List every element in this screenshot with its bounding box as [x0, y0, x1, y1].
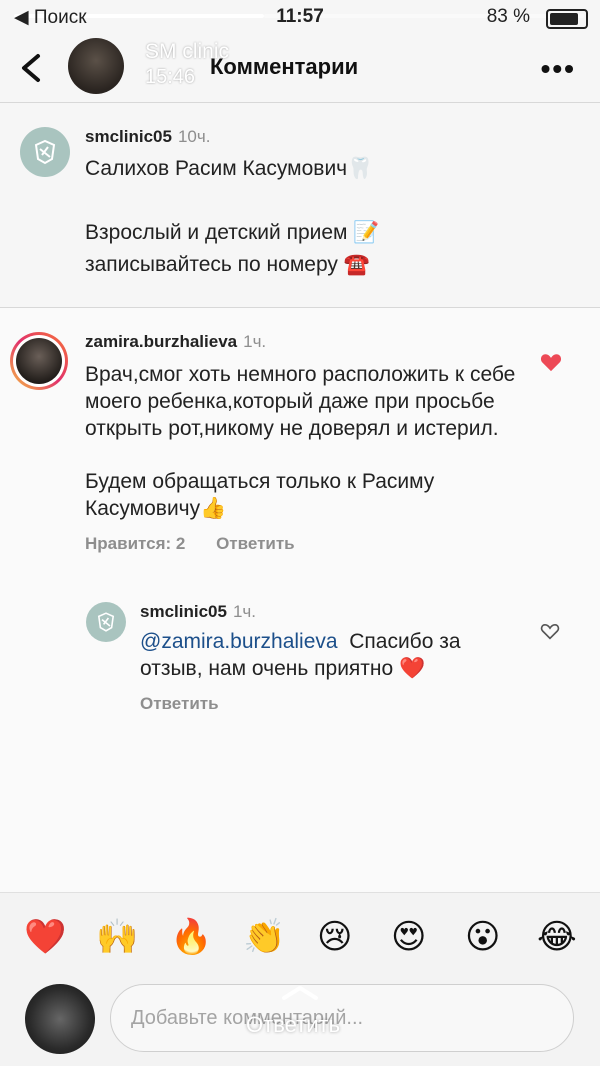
chevron-up-icon[interactable] [280, 982, 320, 1002]
username[interactable]: smclinic05 [140, 602, 227, 621]
battery-percent: 83 % [486, 6, 530, 27]
caption-meta: smclinic05 10ч. [85, 127, 210, 147]
reply-button[interactable]: Ответить [140, 694, 219, 714]
caption-line: Салихов Расим Касумович🦷 [85, 157, 374, 180]
comment-actions: Нравится: 2 Ответить [85, 534, 321, 554]
comment-text: Врач,смог хоть немного расположить к себ… [85, 363, 516, 440]
emoji-quick-bar: ❤️ 🙌 🔥 👏 😢 😍 😮 😂 [0, 892, 600, 981]
comment-input-bar: Добавьте комментарий... Ответить [0, 980, 600, 1066]
reply-button[interactable]: Ответить [216, 534, 295, 553]
likes-count[interactable]: Нравится: 2 [85, 534, 185, 553]
comments-list: zamira.burzhalieva 1ч. Врач,смог хоть нем… [0, 308, 600, 892]
username[interactable]: smclinic05 [85, 127, 172, 146]
heart-filled-icon[interactable] [540, 352, 562, 372]
battery-icon [546, 9, 588, 29]
time-ago: 10ч. [177, 127, 211, 146]
clinic-logo-icon [97, 612, 115, 632]
more-options-icon[interactable]: ••• [541, 55, 576, 83]
clinic-logo-icon [34, 139, 56, 165]
reply-meta: smclinic05 1ч. [140, 602, 256, 622]
mention-link[interactable]: @zamira.burzhalieva [140, 630, 338, 653]
swipe-reply-label[interactable]: Ответить [246, 1012, 340, 1038]
status-bar: ◀ Поиск 11:57 83 % [0, 0, 600, 34]
avatar [25, 984, 95, 1054]
reply-text: @zamira.burzhalieva Спасибо за отзыв, на… [140, 628, 520, 682]
emoji-heart[interactable]: ❤️ [24, 919, 66, 955]
avatar[interactable] [10, 332, 68, 390]
back-icon[interactable] [14, 50, 50, 86]
heart-outline-icon[interactable] [540, 622, 560, 640]
caption-line: записывайтесь по номеру ☎️ [85, 253, 370, 276]
comment-text: Будем обращаться только к Расиму Касумов… [85, 470, 435, 520]
emoji-fire[interactable]: 🔥 [170, 919, 212, 955]
emoji-surprised[interactable]: 😮 [465, 919, 500, 955]
avatar[interactable] [86, 602, 126, 642]
time-ago: 1ч. [243, 332, 267, 351]
emoji-clap[interactable]: 👏 [243, 919, 285, 955]
clinic-time: 15:46 [145, 66, 196, 88]
time-ago: 1ч. [232, 602, 256, 621]
username[interactable]: zamira.burzhalieva [85, 332, 237, 351]
emoji-joy[interactable]: 😂 [537, 919, 577, 955]
emoji-cry[interactable]: 😢 [317, 919, 352, 955]
comment-input[interactable]: Добавьте комментарий... [110, 984, 574, 1052]
comment-meta: zamira.burzhalieva 1ч. [85, 332, 266, 352]
post-caption: smclinic05 10ч. Салихов Расим Касумович🦷 … [0, 103, 600, 308]
emoji-raised-hands[interactable]: 🙌 [96, 919, 138, 955]
header: SM clinic 15:46 Комментарии ••• [0, 34, 600, 103]
avatar[interactable] [20, 127, 70, 177]
clinic-story-thumbnail[interactable] [68, 38, 124, 94]
page-title: Комментарии [210, 54, 359, 79]
caption-line: Взрослый и детский прием 📝 [85, 221, 380, 244]
emoji-heart-eyes[interactable]: 😍 [391, 919, 426, 955]
